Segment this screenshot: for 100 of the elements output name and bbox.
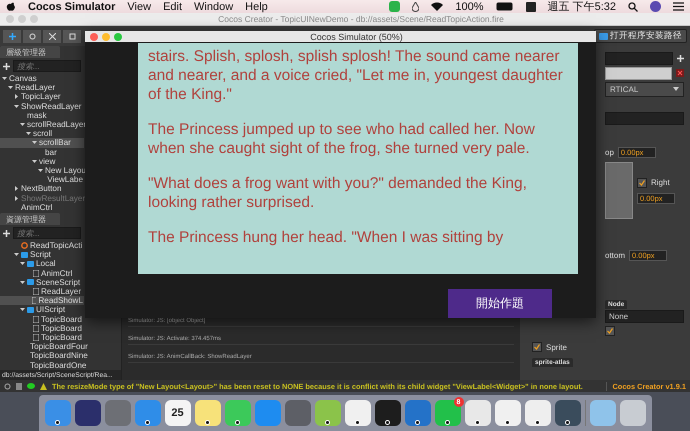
refresh-icon[interactable] — [4, 382, 11, 390]
tree-item-label: ReadShowL — [38, 296, 83, 306]
menu-item[interactable]: Help — [245, 0, 268, 12]
tree-item[interactable]: AnimCtrl — [0, 202, 54, 212]
app-icon[interactable] — [554, 400, 580, 426]
tree-item-label: TopicBoardOne — [30, 360, 86, 370]
app-icon[interactable] — [494, 400, 520, 426]
tree-item-label: mask — [27, 110, 47, 120]
rotate-icon — [28, 32, 36, 40]
tree-item[interactable]: UIScript — [0, 305, 66, 314]
name-field[interactable] — [605, 52, 673, 64]
app-icon[interactable] — [194, 400, 220, 426]
tree-item[interactable]: scrollReadLayer — [0, 120, 84, 130]
move-icon — [8, 32, 16, 40]
close-icon[interactable] — [676, 69, 684, 77]
scale-tool-button[interactable] — [43, 30, 61, 42]
running-indicator — [384, 420, 390, 425]
tree-item[interactable]: SceneScript — [0, 278, 82, 287]
search-field[interactable]: 搜索... — [13, 227, 81, 239]
node-field[interactable]: None — [605, 310, 684, 322]
story-paragraph: stairs. Splish, splosh, splish splosh! The sound came nearer and nearer, and a voice cried, "Let me in, youngest daughter of the King." — [148, 47, 564, 104]
search-icon[interactable] — [628, 2, 638, 12]
search-field[interactable]: 搜索... — [13, 60, 81, 72]
rect-icon — [68, 32, 76, 40]
tree-item[interactable]: ReadLayer — [0, 286, 82, 296]
menu-item[interactable]: Window — [194, 0, 234, 12]
add-icon[interactable] — [677, 54, 684, 62]
tree-item-label: Local — [36, 259, 56, 268]
tree-item-label: TopicLayer — [21, 92, 61, 102]
text-field[interactable] — [605, 66, 672, 80]
app-icon[interactable] — [344, 400, 370, 426]
tree-item-label: Canvas — [9, 74, 37, 84]
expanded-arrow-icon[interactable] — [14, 104, 19, 109]
collapsed-arrow-icon[interactable] — [14, 94, 19, 100]
battery-icon[interactable] — [496, 2, 514, 11]
tree-item[interactable]: bar — [0, 148, 58, 157]
add-icon[interactable] — [3, 62, 10, 70]
tree-item[interactable]: scroll — [0, 129, 54, 138]
tree-item-label: ShowResultLayer — [21, 194, 86, 203]
list-icon[interactable] — [673, 2, 684, 11]
start-button[interactable]: 開始作題 — [448, 289, 552, 318]
tree-item[interactable]: TopicLayer — [0, 92, 62, 102]
component-title: Sprite — [546, 342, 567, 352]
tree-item[interactable]: AnimCtrl — [0, 268, 74, 278]
number-field[interactable] — [605, 112, 684, 124]
checkbox[interactable] — [605, 326, 615, 336]
story-paragraph: "What does a frog want with you?" demanded the King, looking rather surprised. — [148, 174, 528, 212]
add-icon[interactable] — [3, 230, 10, 236]
sprite-checkbox[interactable] — [532, 342, 542, 352]
tree-item[interactable]: ShowReadLayer — [0, 102, 83, 111]
tree-item[interactable]: Script — [0, 250, 52, 260]
rect-tool-button[interactable] — [63, 30, 81, 42]
apple-icon[interactable] — [6, 1, 16, 12]
warning-icon — [40, 382, 47, 390]
tree-item[interactable]: view — [0, 156, 56, 166]
rotate-tool-button[interactable] — [23, 30, 41, 42]
tree-item[interactable]: ViewLabe — [0, 175, 84, 184]
tree-item[interactable]: ReadShowL — [0, 296, 84, 306]
panel-tab[interactable]: 資源管理器 — [0, 213, 60, 225]
tree-item[interactable]: TopicBoard — [0, 332, 83, 342]
eye-icon[interactable] — [27, 383, 35, 389]
tree-item[interactable]: Canvas — [0, 74, 38, 84]
wifi-icon[interactable] — [431, 2, 444, 11]
tree-item[interactable]: ReadLayer — [0, 83, 56, 92]
app-icon[interactable] — [374, 400, 400, 426]
tree-item[interactable]: mask — [0, 110, 48, 120]
tree-item[interactable]: ReadTopicActi — [0, 241, 84, 250]
siri-icon[interactable] — [650, 1, 661, 12]
tree-item[interactable]: scrollBar — [0, 138, 84, 148]
story-paragraph: The Princess hung her head. "When I was sitting by — [148, 228, 504, 247]
tree-item[interactable]: Local — [0, 259, 57, 269]
menu-item[interactable]: Edit — [163, 0, 182, 12]
panel-tab[interactable]: 層級管理器 — [0, 46, 60, 58]
move-tool-button[interactable] — [3, 30, 21, 42]
tree-item-label: scroll — [33, 129, 52, 138]
clock[interactable]: 週五 下午5:32 — [548, 0, 616, 14]
expanded-arrow-icon[interactable] — [20, 280, 25, 285]
app-menu[interactable]: Cocos Simulator — [28, 0, 116, 12]
tree-item-label: AnimCtrl — [21, 202, 52, 212]
menu-item[interactable]: View — [127, 0, 152, 12]
tree-item-label: Script — [30, 250, 51, 260]
tree-item[interactable]: TopicBoardOne — [0, 360, 84, 370]
direction-dropdown[interactable]: RTICAL — [605, 82, 684, 96]
app-icon[interactable]: 25 — [164, 400, 190, 426]
tree-item[interactable]: TopicBoard — [0, 314, 83, 324]
tree-item-label: UIScript — [36, 305, 66, 314]
app-icon[interactable] — [524, 400, 550, 426]
app-icon[interactable] — [74, 400, 100, 426]
window-title: Cocos Simulator (50%) — [309, 32, 404, 42]
tree-item-label: NextButton — [21, 184, 62, 194]
drop-icon[interactable] — [412, 2, 420, 12]
tree-item[interactable]: NextButton — [0, 184, 63, 194]
tree-item-label: ReadLayer — [15, 83, 56, 92]
tree-item[interactable]: TopicBoard — [0, 324, 83, 333]
running-indicator — [204, 420, 210, 425]
app-icon[interactable] — [464, 400, 490, 426]
open-path-button[interactable]: 打开程序安装路径 — [594, 29, 687, 43]
tree-item-label: TopicBoard — [41, 332, 82, 342]
right-checkbox[interactable] — [637, 178, 647, 188]
expanded-arrow-icon[interactable] — [20, 307, 25, 312]
